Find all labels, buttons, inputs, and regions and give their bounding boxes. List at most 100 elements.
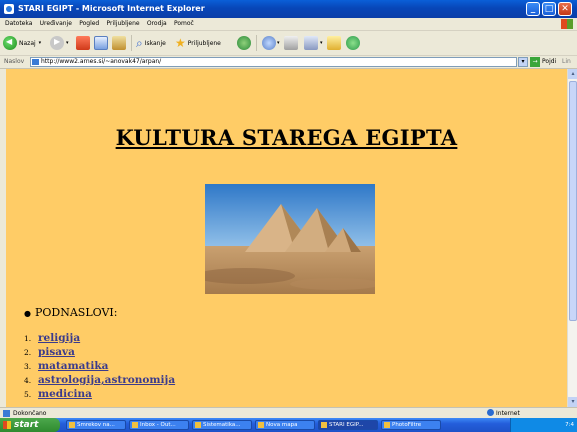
- history-button[interactable]: [237, 35, 251, 51]
- task-label: Smrekov na...: [77, 422, 115, 428]
- clock: 7:4: [565, 422, 574, 428]
- list-number: 5.: [24, 390, 32, 399]
- chevron-down-icon: ▾: [66, 40, 69, 46]
- task-label: Inbox - Out...: [140, 422, 176, 428]
- address-input[interactable]: http://www2.arnes.si/~anovak47/arpan/: [30, 57, 517, 67]
- page-content: KULTURA STAREGA EGIPTA ● PODNASLOVI: 1. …: [6, 69, 567, 407]
- address-url: http://www2.arnes.si/~anovak47/arpan/: [41, 58, 162, 65]
- folder-icon: [327, 36, 341, 50]
- menu-bar: Datoteka Uređivanje Pogled Priljubljene …: [0, 18, 577, 31]
- topic-link-pisava[interactable]: pisava: [38, 346, 75, 358]
- menu-tools[interactable]: Orodja: [147, 18, 167, 30]
- chevron-down-icon: ▾: [38, 40, 42, 46]
- page-title: KULTURA STAREGA EGIPTA: [115, 125, 458, 150]
- maximize-button[interactable]: □: [542, 2, 556, 16]
- task-label: PhotoFiltre: [392, 422, 422, 428]
- stop-button[interactable]: [76, 35, 90, 51]
- address-dropdown-icon[interactable]: ▾: [518, 57, 528, 67]
- list-number: 2.: [24, 348, 32, 357]
- menu-view[interactable]: Pogled: [79, 18, 99, 30]
- list-number: 3.: [24, 362, 32, 371]
- chevron-down-icon: ▾: [320, 40, 323, 46]
- taskbar-button[interactable]: Sistematika...: [192, 420, 252, 430]
- topic-link-astrologija[interactable]: astrologija,astronomija: [38, 374, 175, 386]
- list-number: 1.: [24, 334, 32, 343]
- toolbar: Nazaj ▾ ▾ ⌕ Iskanje ★ Priljubljene ▾ ▾: [0, 31, 577, 56]
- globe-icon: [487, 409, 494, 416]
- task-label: STARI EGIP...: [329, 422, 364, 428]
- folder-button[interactable]: [327, 35, 341, 51]
- links-label[interactable]: Lin: [562, 56, 571, 68]
- mail-button[interactable]: ▾: [262, 35, 280, 51]
- menu-file[interactable]: Datoteka: [5, 18, 32, 30]
- toolbar-separator: [131, 35, 132, 51]
- taskbar-button[interactable]: Nova mapa: [255, 420, 315, 430]
- app-icon: [69, 422, 75, 428]
- page-done-icon: [3, 410, 10, 417]
- windows-logo-icon: [561, 19, 573, 29]
- window-title: STARI EGIPT - Microsoft Internet Explore…: [18, 4, 205, 13]
- folder-icon: [195, 422, 201, 428]
- home-icon: [112, 36, 126, 50]
- forward-button[interactable]: ▾: [50, 35, 69, 51]
- pyramids-picture: [205, 184, 375, 294]
- back-button[interactable]: Nazaj ▾: [3, 35, 41, 51]
- task-label: Nova mapa: [266, 422, 298, 428]
- scroll-up-icon[interactable]: ▴: [568, 69, 577, 79]
- topic-list: 1. religija 2. pisava 3. matamatika 4. astro…: [24, 331, 175, 401]
- print-button[interactable]: [284, 35, 298, 51]
- minimize-button[interactable]: _: [526, 2, 540, 16]
- forward-arrow-icon: [50, 36, 64, 50]
- windows-flag-icon: [3, 421, 11, 429]
- list-item: 1. religija: [24, 331, 175, 345]
- favorites-button[interactable]: ★ Priljubljene: [175, 35, 221, 51]
- title-bar: STARI EGIPT - Microsoft Internet Explore…: [0, 0, 577, 18]
- history-icon: [237, 36, 251, 50]
- search-button[interactable]: ⌕ Iskanje: [136, 35, 166, 51]
- app-icon: [132, 422, 138, 428]
- favorites-star-icon: ★: [175, 36, 186, 50]
- menu-help[interactable]: Pomoč: [174, 18, 194, 30]
- scroll-down-icon[interactable]: ▾: [568, 397, 577, 407]
- mail-icon: [262, 36, 276, 50]
- menu-edit[interactable]: Uređivanje: [40, 18, 72, 30]
- close-button[interactable]: ✕: [558, 2, 572, 16]
- favorites-label: Priljubljene: [187, 39, 221, 47]
- messenger-button[interactable]: [346, 35, 360, 51]
- subheading-text: PODNASLOVI:: [34, 306, 118, 319]
- back-arrow-icon: [3, 36, 17, 50]
- ie-app-icon: [321, 422, 327, 428]
- messenger-icon: [346, 36, 360, 50]
- search-label: Iskanje: [144, 39, 166, 47]
- go-label: Pojdi: [542, 58, 557, 65]
- topic-link-matamatika[interactable]: matamatika: [38, 360, 108, 372]
- search-icon: ⌕: [136, 35, 143, 50]
- topic-link-religija[interactable]: religija: [38, 332, 80, 344]
- topic-link-medicina[interactable]: medicina: [38, 388, 92, 400]
- chevron-down-icon: ▾: [277, 40, 280, 46]
- go-arrow-icon: →: [530, 57, 540, 67]
- edit-icon: [304, 36, 318, 50]
- start-button[interactable]: start: [0, 418, 60, 432]
- taskbar-button[interactable]: Smrekov na...: [66, 420, 126, 430]
- toolbar-separator: [256, 35, 257, 51]
- scrollbar-thumb[interactable]: [569, 81, 577, 321]
- menu-favorites[interactable]: Priljubljene: [106, 18, 139, 30]
- home-button[interactable]: [112, 35, 126, 51]
- taskbar-button[interactable]: Inbox - Out...: [129, 420, 189, 430]
- task-label: Sistematika...: [203, 422, 241, 428]
- refresh-button[interactable]: [94, 35, 108, 51]
- taskbar-button[interactable]: PhotoFiltre: [381, 420, 441, 430]
- taskbar-button-active[interactable]: STARI EGIP...: [318, 420, 378, 430]
- app-icon: [384, 422, 390, 428]
- page-icon: [32, 59, 39, 65]
- folder-icon: [258, 422, 264, 428]
- back-label: Nazaj: [19, 39, 36, 47]
- edit-button[interactable]: ▾: [304, 35, 323, 51]
- list-item: 4. astrologija,astronomija: [24, 373, 175, 387]
- refresh-icon: [94, 36, 108, 50]
- list-item: 2. pisava: [24, 345, 175, 359]
- go-button[interactable]: → Pojdi: [530, 57, 556, 67]
- vertical-scrollbar[interactable]: ▴ ▾: [567, 69, 577, 407]
- pyramids-image: [205, 184, 375, 294]
